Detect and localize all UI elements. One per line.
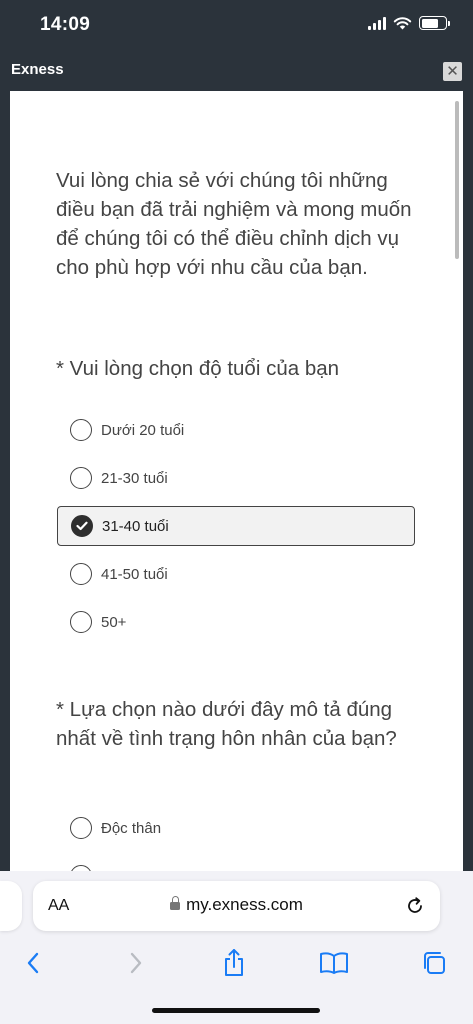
scrollbar[interactable] [455, 101, 459, 259]
option-age-21-30[interactable]: 21-30 tuổi [57, 458, 415, 498]
option-label: Độc thân [101, 819, 162, 837]
share-icon [225, 949, 243, 976]
status-bar: 14:09 [0, 0, 473, 52]
option-label: 41-50 tuổi [101, 565, 168, 583]
survey-content[interactable]: Vui lòng chia sẻ với chúng tôi những điề… [10, 91, 463, 871]
option-age-under-20[interactable]: Dưới 20 tuổi [57, 410, 415, 450]
option-partial-hidden[interactable] [57, 856, 415, 871]
question-age: * Vui lòng chọn độ tuổi của bạn [56, 357, 340, 380]
previous-tab-peek[interactable] [0, 881, 22, 931]
radio-icon[interactable] [70, 817, 92, 839]
status-icons [368, 16, 450, 30]
share-button[interactable] [219, 948, 249, 978]
lock-icon [170, 896, 181, 910]
checkmark-icon[interactable] [71, 515, 93, 537]
reload-icon[interactable] [404, 895, 426, 917]
forward-button[interactable] [121, 948, 151, 978]
wifi-icon [393, 17, 412, 30]
cellular-signal-icon [368, 16, 386, 30]
battery-icon [419, 16, 450, 30]
back-button[interactable] [18, 948, 48, 978]
option-age-41-50[interactable]: 41-50 tuổi [57, 554, 415, 594]
option-label: 50+ [101, 613, 127, 631]
radio-icon[interactable] [70, 467, 92, 489]
close-icon: ✕ [446, 63, 459, 80]
forward-icon [130, 952, 142, 974]
bookmarks-icon [320, 952, 348, 974]
url-display[interactable]: my.exness.com [33, 895, 440, 915]
browser-chrome: AA my.exness.com [0, 871, 473, 1024]
close-button[interactable]: ✕ [443, 62, 462, 81]
address-bar[interactable]: AA my.exness.com [33, 881, 440, 931]
option-age-50-plus[interactable]: 50+ [57, 602, 415, 642]
option-age-31-40[interactable]: 31-40 tuổi [57, 506, 415, 546]
bookmarks-button[interactable] [319, 948, 349, 978]
popup-title: Exness [11, 61, 64, 78]
tabs-button[interactable] [419, 948, 449, 978]
radio-icon[interactable] [70, 611, 92, 633]
tabs-icon [424, 952, 445, 974]
option-label: 31-40 tuổi [102, 517, 169, 535]
option-single[interactable]: Độc thân [57, 808, 415, 848]
browser-toolbar [0, 943, 473, 983]
option-label: 21-30 tuổi [101, 469, 168, 487]
popup-header: Exness ✕ [0, 52, 473, 90]
option-label: Dưới 20 tuổi [101, 421, 185, 439]
back-icon [27, 952, 39, 974]
survey-intro: Vui lòng chia sẻ với chúng tôi những điề… [56, 169, 412, 279]
status-time: 14:09 [40, 14, 91, 35]
radio-icon[interactable] [70, 419, 92, 441]
home-indicator [152, 1008, 320, 1013]
question-marital-status: * Lựa chọn nào dưới đây mô tả đúng nhất … [56, 698, 397, 750]
url-text: my.exness.com [186, 895, 303, 914]
radio-icon[interactable] [70, 563, 92, 585]
